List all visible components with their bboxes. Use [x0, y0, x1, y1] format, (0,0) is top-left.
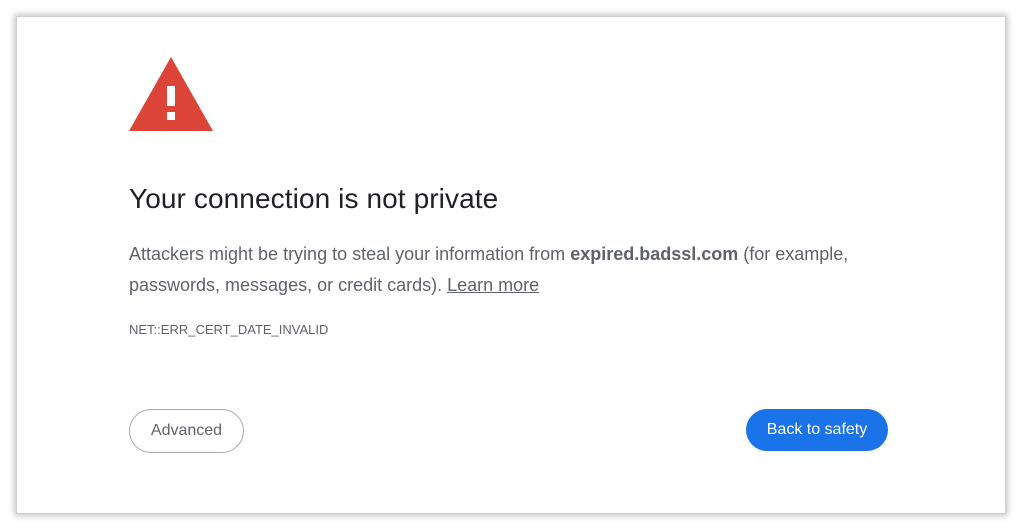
error-code: NET::ERR_CERT_DATE_INVALID [129, 322, 329, 337]
warning-message: Attackers might be trying to steal your … [129, 239, 849, 301]
advanced-button[interactable]: Advanced [129, 409, 244, 453]
message-text-before-host: Attackers might be trying to steal your … [129, 244, 571, 264]
host-name: expired.badssl.com [570, 244, 739, 264]
back-to-safety-button[interactable]: Back to safety [746, 409, 888, 451]
learn-more-link[interactable]: Learn more [447, 275, 539, 295]
interstitial-page: Your connection is not private Attackers… [16, 16, 1006, 514]
page-title: Your connection is not private [129, 183, 499, 214]
warning-triangle-icon [129, 57, 213, 131]
